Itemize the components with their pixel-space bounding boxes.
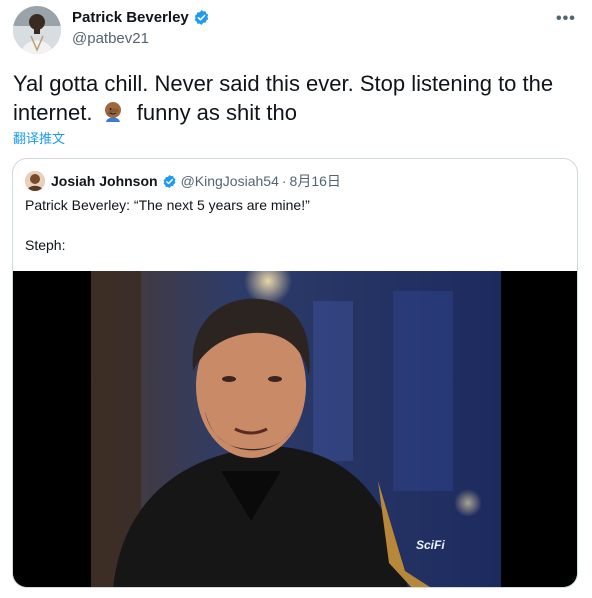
quoted-tweet-card[interactable]: Josiah Johnson @KingJosiah54 · 8月16日 Pat…	[12, 158, 578, 588]
quoted-handle[interactable]: @KingJosiah54	[181, 173, 279, 189]
tweet-text: Yal gotta chill. Never said this ever. S…	[13, 69, 579, 127]
tweet-text-tail: funny as shit tho	[136, 100, 297, 125]
verified-badge-icon	[163, 174, 175, 188]
quoted-author-avatar[interactable]	[25, 171, 45, 191]
quoted-text-line-1: Patrick Beverley: “The next 5 years are …	[25, 197, 310, 213]
video-frame-image	[13, 271, 577, 587]
author-handle[interactable]: @patbev21	[72, 30, 149, 47]
author-avatar[interactable]	[13, 6, 61, 54]
scifi-watermark: SciFi	[416, 538, 445, 552]
quoted-header: Josiah Johnson @KingJosiah54 · 8月16日	[51, 171, 341, 191]
tweet-card: Patrick Beverley @patbev21 ••• Yal gotta…	[0, 0, 592, 598]
quoted-video-media[interactable]	[13, 271, 577, 587]
author-name-row: Patrick Beverley	[72, 9, 210, 26]
quoted-separator: ·	[281, 173, 287, 189]
verified-badge-icon	[194, 10, 208, 25]
translate-tweet-link[interactable]: 翻译推文	[13, 128, 65, 147]
quoted-text-line-2: Steph:	[25, 237, 66, 253]
quoted-date[interactable]: 8月16日	[290, 171, 341, 191]
facepalm-emoji-icon	[104, 102, 121, 122]
author-display-name[interactable]: Patrick Beverley	[72, 9, 189, 26]
more-options-icon[interactable]: •••	[556, 10, 576, 28]
quoted-display-name[interactable]: Josiah Johnson	[51, 173, 158, 189]
